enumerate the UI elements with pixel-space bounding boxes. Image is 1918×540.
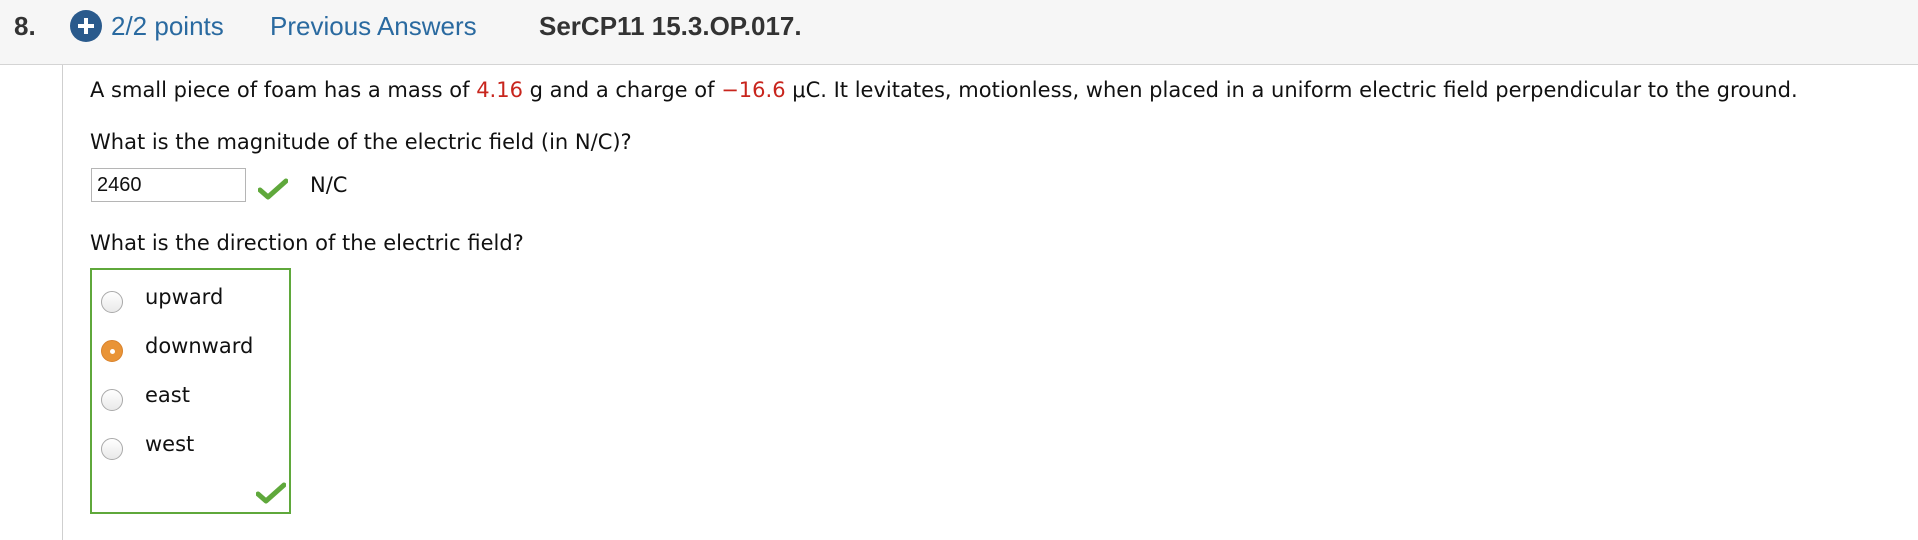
radio-button-selected[interactable] (101, 340, 123, 362)
checkmark-icon (258, 178, 288, 200)
option-east[interactable]: east (101, 383, 281, 415)
problem-text-part2: g and a charge of (522, 78, 722, 102)
problem-text-part1: A small piece of foam has a mass of (90, 78, 477, 102)
option-downward[interactable]: downward (101, 334, 281, 366)
question-number: 8. (14, 11, 36, 41)
magnitude-question: What is the magnitude of the electric fi… (90, 130, 632, 154)
question-header: 8. 2/2 points Previous Answers SerCP11 1… (0, 0, 1918, 65)
problem-text-part3: μC. It levitates, motionless, when place… (785, 78, 1798, 102)
question-code: SerCP11 15.3.OP.017. (539, 11, 802, 41)
option-label: west (145, 432, 195, 456)
option-label: downward (145, 334, 254, 358)
radio-button[interactable] (101, 389, 123, 411)
content-divider (62, 65, 63, 540)
option-label: upward (145, 285, 224, 309)
charge-value: −16.6 (721, 78, 786, 102)
mass-value: 4.16 (476, 78, 523, 102)
radio-button[interactable] (101, 291, 123, 313)
previous-answers-link[interactable]: Previous Answers (270, 11, 477, 42)
direction-question: What is the direction of the electric fi… (90, 231, 524, 255)
plus-icon[interactable] (70, 10, 102, 42)
option-label: east (145, 383, 190, 407)
magnitude-answer-input[interactable] (91, 168, 246, 202)
direction-options: upward downward east west (90, 268, 291, 514)
option-upward[interactable]: upward (101, 285, 281, 317)
unit-label: N/C (310, 173, 348, 197)
problem-statement: A small piece of foam has a mass of 4.16… (90, 78, 1798, 102)
points-label: 2/2 points (111, 11, 224, 41)
radio-button[interactable] (101, 438, 123, 460)
checkmark-icon (256, 482, 286, 504)
option-west[interactable]: west (101, 432, 281, 464)
